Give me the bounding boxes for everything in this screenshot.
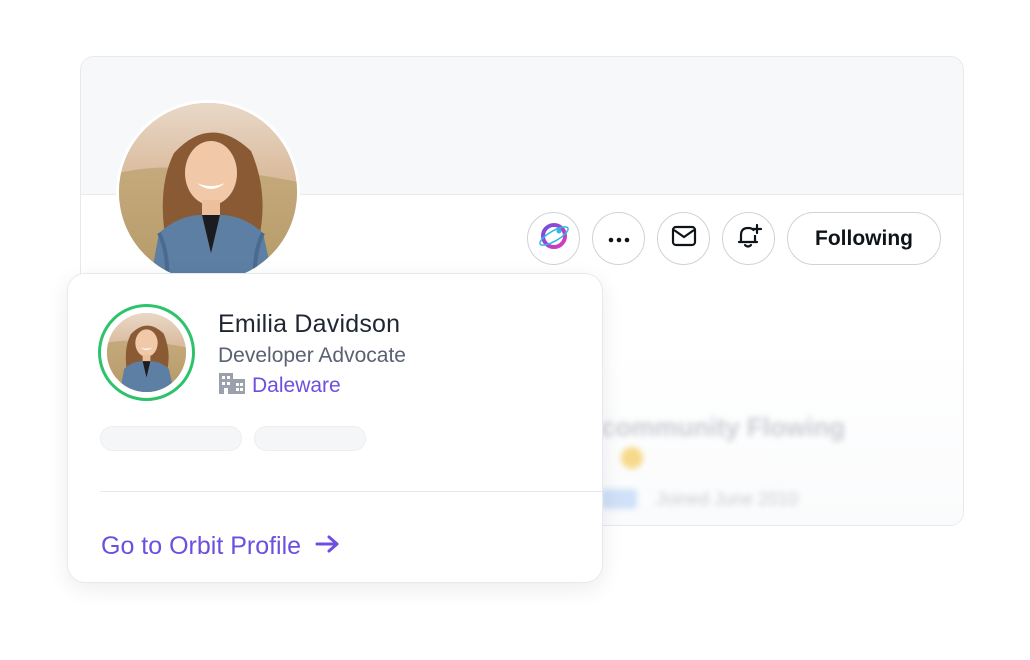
orbit-button[interactable] bbox=[527, 212, 580, 265]
tag-placeholder bbox=[254, 426, 366, 451]
bell-plus-icon bbox=[735, 222, 763, 255]
orbit-link-label: Go to Orbit Profile bbox=[101, 532, 302, 560]
notify-button[interactable] bbox=[722, 212, 775, 265]
blurred-bio-text: community Flowing bbox=[601, 412, 846, 442]
go-to-orbit-profile-link[interactable]: Go to Orbit Profile bbox=[101, 532, 341, 561]
mail-icon bbox=[671, 225, 697, 252]
member-company: Daleware bbox=[218, 371, 341, 400]
profile-avatar[interactable] bbox=[116, 100, 300, 284]
stage: community Flowing Joined June 2010 Follo… bbox=[0, 0, 1030, 660]
message-button[interactable] bbox=[657, 212, 710, 265]
building-icon bbox=[218, 371, 246, 400]
arrow-right-icon bbox=[315, 534, 341, 559]
member-avatar-ring bbox=[98, 304, 195, 401]
member-name: Emilia Davidson bbox=[218, 310, 401, 338]
more-options-button[interactable] bbox=[592, 212, 645, 265]
divider bbox=[100, 491, 603, 492]
tag-placeholder bbox=[100, 426, 242, 451]
orbit-member-popover: Emilia Davidson Developer Advocate Dalew… bbox=[67, 273, 603, 583]
orbit-logo-icon bbox=[537, 219, 571, 258]
member-avatar[interactable] bbox=[107, 313, 186, 392]
more-icon bbox=[608, 230, 630, 248]
company-name[interactable]: Daleware bbox=[252, 374, 341, 398]
member-title: Developer Advocate bbox=[218, 344, 406, 367]
blurred-join-date: Joined June 2010 bbox=[656, 489, 799, 509]
blurred-emoji bbox=[621, 447, 643, 469]
following-button[interactable]: Following bbox=[787, 212, 941, 265]
blurred-chip bbox=[601, 489, 637, 509]
